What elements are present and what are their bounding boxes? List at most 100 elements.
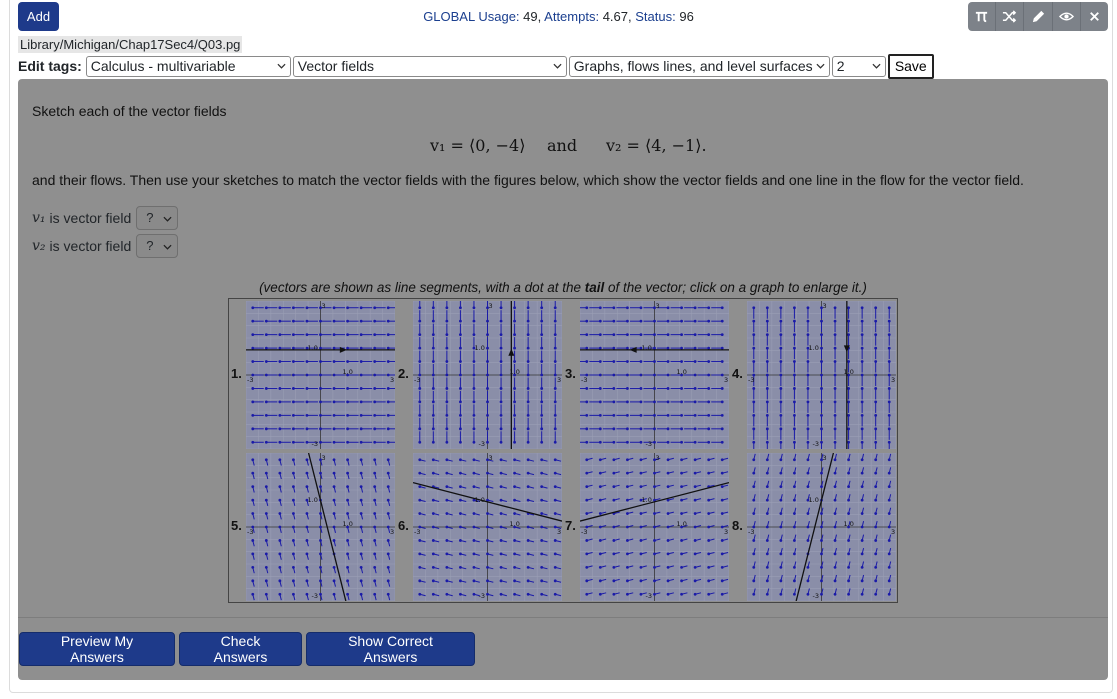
x-axis-max-label: 3	[724, 376, 728, 384]
graph-number: 2.	[398, 366, 409, 381]
y-axis-max-label: 3	[322, 302, 326, 310]
status-label: Status:	[635, 9, 676, 24]
x-tick-label: 1.0	[677, 520, 687, 528]
graph-2[interactable]: 2. 3 -3 -3 3 1.0 1.0	[396, 299, 563, 451]
graph-1[interactable]: 1. 3 -3 -3 3 1.0 1.0	[229, 299, 396, 451]
chapter-select[interactable]: Vector fields	[292, 55, 567, 77]
v1-definition: v₁ = ⟨0, −4⟩	[430, 136, 526, 155]
graph-number: 7.	[565, 518, 576, 533]
vector-field-plot: 3 -3 -3 3 1.0 1.0	[747, 453, 896, 601]
x-axis-max-label: 3	[891, 376, 895, 384]
y-axis-min-label: -3	[479, 592, 485, 600]
vector-field-plot: 3 -3 -3 3 1.0 1.0	[246, 453, 395, 601]
chevron-down-icon	[163, 216, 172, 222]
y-axis-max-label: 3	[823, 454, 827, 462]
section-value: Graphs, flows lines, and level surfaces	[573, 57, 813, 74]
y-tick-label: 1.0	[642, 496, 652, 504]
v2-label: v₂	[32, 238, 46, 254]
file-path: Library/Michigan/Chap17Sec4/Q03.pg	[18, 36, 243, 53]
v1-answer-value: ?	[146, 210, 154, 225]
x-axis-max-label: 3	[390, 376, 394, 384]
v2-answer-select[interactable]: ?	[136, 234, 179, 258]
x-axis-max-label: 3	[557, 528, 561, 536]
vector-field-plot: 3 -3 -3 3 1.0 1.0	[580, 453, 729, 601]
chapter-value: Vector fields	[297, 57, 375, 74]
x-tick-label: 1.0	[510, 368, 520, 376]
graph-6[interactable]: 6. 3 -3 -3 3 1.0 1.0	[396, 451, 563, 603]
x-tick-label: 1.0	[844, 368, 854, 376]
close-icon[interactable]	[1081, 2, 1108, 31]
v2-definition: v₂ = ⟨4, −1⟩.	[606, 136, 707, 155]
x-axis-max-label: 3	[390, 528, 394, 536]
eye-icon[interactable]	[1053, 2, 1081, 31]
y-axis-max-label: 3	[322, 454, 326, 462]
pi-icon[interactable]	[968, 2, 997, 31]
x-tick-label: 1.0	[677, 368, 687, 376]
check-answers-button[interactable]: Check Answers	[179, 632, 302, 666]
vector-field-plot: 3 -3 -3 3 1.0 1.0	[246, 301, 395, 449]
graph-number: 8.	[732, 518, 743, 533]
x-axis-min-label: -3	[748, 376, 754, 384]
show-correct-answers-button[interactable]: Show Correct Answers	[306, 632, 475, 666]
chevron-down-icon	[872, 63, 881, 69]
x-axis-min-label: -3	[748, 528, 754, 536]
y-tick-label: 1.0	[475, 344, 485, 352]
vector-field-plot: 3 -3 -3 3 1.0 1.0	[580, 301, 729, 449]
section-select[interactable]: Graphs, flows lines, and level surfaces	[568, 55, 830, 77]
x-axis-min-label: -3	[581, 376, 587, 384]
problem-body: and their flows. Then use your sketches …	[32, 172, 1024, 188]
chevron-down-icon	[277, 63, 286, 69]
answer-row-v2: v₂ is vector field ?	[32, 234, 179, 258]
v2-text: is vector field	[49, 238, 132, 254]
graph-4[interactable]: 4. 3 -3 -3 3 1.0 1.0	[730, 299, 897, 451]
x-axis-min-label: -3	[247, 528, 253, 536]
y-axis-max-label: 3	[656, 454, 660, 462]
graph-caption: (vectors are shown as line segments, wit…	[18, 280, 1108, 295]
toolbar	[968, 2, 1108, 31]
y-axis-min-label: -3	[813, 440, 819, 448]
vector-field-plot: 3 -3 -3 3 1.0 1.0	[413, 453, 562, 601]
graph-3[interactable]: 3. 3 -3 -3 3 1.0 1.0	[563, 299, 730, 451]
x-axis-min-label: -3	[581, 528, 587, 536]
y-tick-label: 1.0	[308, 344, 318, 352]
x-tick-label: 1.0	[343, 368, 353, 376]
graph-number: 1.	[231, 366, 242, 381]
x-tick-label: 1.0	[510, 520, 520, 528]
y-axis-min-label: -3	[646, 440, 652, 448]
problem-intro: Sketch each of the vector fields	[32, 103, 227, 119]
y-axis-max-label: 3	[489, 454, 493, 462]
graph-7[interactable]: 7. 3 -3 -3 3 1.0 1.0	[563, 451, 730, 603]
subject-select[interactable]: Calculus - multivariable	[85, 55, 291, 77]
answer-row-v1: v₁ is vector field ?	[32, 206, 179, 230]
y-axis-max-label: 3	[656, 302, 660, 310]
graph-8[interactable]: 8. 3 -3 -3 3 1.0 1.0	[730, 451, 897, 603]
usage-stats: GLOBAL Usage: 49, Attempts: 4.67, Status…	[0, 9, 1117, 24]
x-tick-label: 1.0	[343, 520, 353, 528]
y-axis-min-label: -3	[312, 440, 318, 448]
graph-number: 4.	[732, 366, 743, 381]
chevron-down-icon	[553, 63, 562, 69]
v1-answer-select[interactable]: ?	[136, 206, 179, 230]
graph-5[interactable]: 5. 3 -3 -3 3 1.0 1.0	[229, 451, 396, 603]
x-axis-max-label: 3	[557, 376, 561, 384]
v1-text: is vector field	[49, 210, 132, 226]
y-axis-min-label: -3	[312, 592, 318, 600]
chevron-down-icon	[816, 63, 825, 69]
panel-divider	[18, 617, 1108, 618]
pencil-icon[interactable]	[1024, 2, 1053, 31]
save-button[interactable]: Save	[887, 53, 934, 79]
shuffle-icon[interactable]	[996, 2, 1025, 31]
y-tick-label: 1.0	[475, 496, 485, 504]
x-axis-min-label: -3	[414, 376, 420, 384]
y-tick-label: 1.0	[642, 344, 652, 352]
y-axis-max-label: 3	[489, 302, 493, 310]
global-usage-label: GLOBAL Usage:	[423, 9, 520, 24]
attempts-value: 4.67,	[602, 9, 632, 24]
problem-panel: Sketch each of the vector fields v₁ = ⟨0…	[18, 79, 1108, 680]
x-axis-max-label: 3	[724, 528, 728, 536]
vector-field-plot: 3 -3 -3 3 1.0 1.0	[413, 301, 562, 449]
graph-number: 5.	[231, 518, 242, 533]
graph-number: 3.	[565, 366, 576, 381]
preview-answers-button[interactable]: Preview My Answers	[19, 632, 175, 666]
level-select[interactable]: 2	[831, 55, 886, 77]
